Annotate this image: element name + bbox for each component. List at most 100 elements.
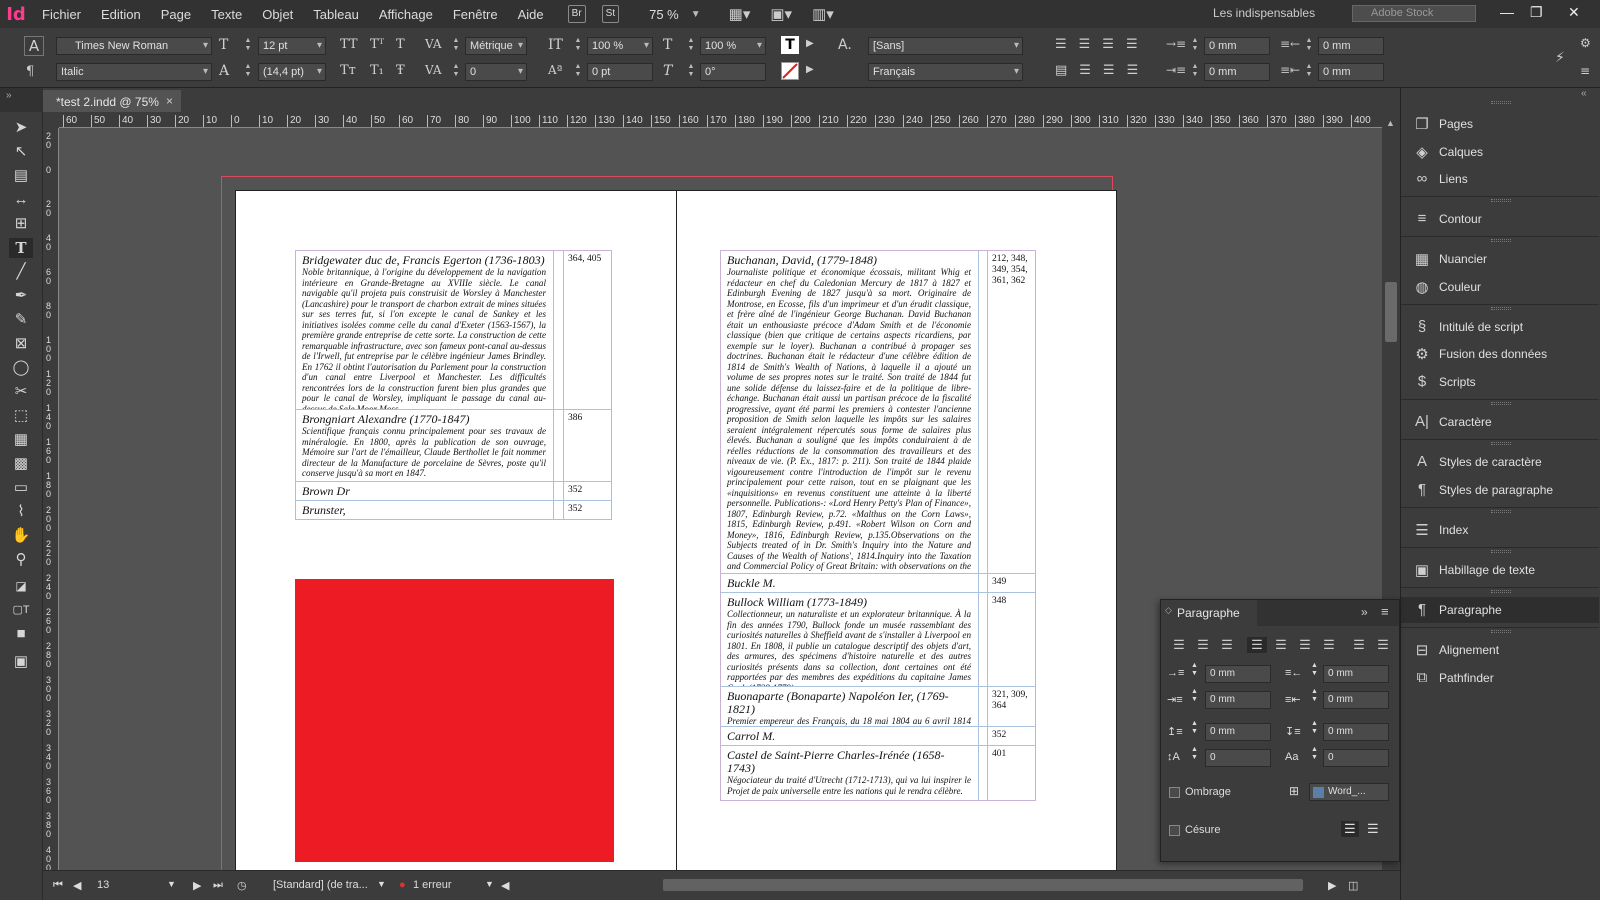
font-size-stepper[interactable]: ▲ ▼ bbox=[243, 37, 253, 55]
dropcap-chars-field[interactable]: 0 bbox=[1323, 749, 1389, 767]
justify-center-icon[interactable]: ☰ bbox=[1271, 637, 1291, 653]
horizontal-scale-field[interactable]: 100 % bbox=[700, 37, 766, 55]
note-tool-icon[interactable]: ▭ bbox=[9, 478, 33, 498]
first-line-indent-field[interactable]: 0 mm bbox=[1205, 691, 1271, 709]
panel-pages[interactable]: ❐ Pages bbox=[1401, 111, 1599, 137]
scissors-tool-icon[interactable]: ✂ bbox=[9, 382, 33, 402]
underline-icon[interactable]: T bbox=[396, 37, 405, 52]
ellipse-tool-icon[interactable]: ◯ bbox=[9, 358, 33, 378]
view-options-icon[interactable]: ▦▾ bbox=[729, 5, 751, 23]
justify-right-icon[interactable]: ☰ bbox=[1295, 637, 1315, 653]
space-before-field[interactable]: 0 mm bbox=[1205, 723, 1271, 741]
master-page-label[interactable]: [Standard] (de tra... bbox=[273, 879, 368, 891]
tracking-stepper[interactable]: ▲ ▼ bbox=[451, 63, 461, 81]
table-row[interactable]: Bullock William (1773-1849) Collectionne… bbox=[721, 592, 1035, 687]
menu-objet[interactable]: Objet bbox=[252, 7, 303, 22]
table-row[interactable]: Brown Dr 352 bbox=[296, 481, 611, 500]
panel-caractere[interactable]: A| Caractère bbox=[1401, 409, 1599, 435]
bridge-button[interactable]: Br bbox=[567, 5, 586, 23]
font-style-field[interactable]: Italic bbox=[56, 63, 212, 81]
horizontal-scale-stepper[interactable]: ▲ ▼ bbox=[686, 37, 696, 55]
panel-nuancier[interactable]: ▦ Nuancier bbox=[1401, 246, 1599, 272]
table-row[interactable]: Castel de Saint-Pierre Charles-Irénée (1… bbox=[721, 745, 1035, 800]
minimize-icon[interactable]: — bbox=[1500, 4, 1514, 20]
stock-search-input[interactable]: Adobe Stock bbox=[1352, 5, 1476, 22]
hyphenation-checkbox[interactable] bbox=[1169, 825, 1180, 836]
fill-arrow-icon[interactable]: ▶ bbox=[806, 38, 814, 49]
master-page-icon[interactable]: ◷ bbox=[237, 879, 247, 892]
page-tool-icon[interactable]: ▤ bbox=[9, 166, 33, 186]
formatting-affects-icon[interactable]: ▢T bbox=[9, 600, 33, 620]
strikethrough-icon[interactable]: Ŧ bbox=[396, 63, 405, 78]
panel-group-grip[interactable] bbox=[1491, 402, 1511, 405]
right-indent-stepper[interactable]: ▲ ▼ bbox=[1304, 37, 1314, 55]
lightning-icon[interactable]: ⚡ bbox=[1555, 50, 1565, 66]
panel-calques[interactable]: ◈ Calques bbox=[1401, 139, 1599, 165]
stroke-color-icon[interactable] bbox=[781, 62, 799, 80]
panel-menu-icon[interactable]: ≡ bbox=[1580, 64, 1590, 78]
table-row[interactable]: Buchanan, David, (1779-1848) Journaliste… bbox=[721, 251, 1035, 574]
first-page-icon[interactable]: ⏮ bbox=[53, 879, 63, 892]
horizontal-scroll-thumb[interactable] bbox=[663, 879, 1303, 891]
dropcap-lines-stepper[interactable]: ▲ ▼ bbox=[1191, 746, 1198, 762]
skew-field[interactable]: 0° bbox=[700, 63, 766, 81]
panel-group-grip[interactable] bbox=[1491, 101, 1511, 104]
red-rectangle-frame[interactable] bbox=[295, 579, 614, 862]
left-indent-field[interactable]: 0 mm bbox=[1204, 37, 1270, 55]
table-row[interactable]: Buckle M. 349 bbox=[721, 573, 1035, 592]
panel-group-grip[interactable] bbox=[1491, 590, 1511, 593]
panel-styles-de-paragraphe[interactable]: ¶ Styles de paragraphe bbox=[1401, 477, 1599, 503]
font-size-field[interactable]: 12 pt bbox=[258, 37, 326, 55]
arrange-documents-icon[interactable]: ▥▾ bbox=[812, 5, 834, 23]
scroll-right-icon[interactable]: ▶ bbox=[1328, 879, 1336, 892]
first-line-indent-stepper[interactable]: ▲ ▼ bbox=[1190, 63, 1200, 81]
preflight-status[interactable]: 1 erreur bbox=[413, 879, 452, 891]
apply-color-icon[interactable]: ■ bbox=[9, 624, 33, 644]
space-before-stepper[interactable]: ▲ ▼ bbox=[1191, 720, 1198, 736]
leading-field[interactable]: (14,4 pt) bbox=[258, 63, 326, 81]
left-indent-field[interactable]: 0 mm bbox=[1205, 665, 1271, 683]
last-line-indent-stepper[interactable]: ▲ ▼ bbox=[1311, 688, 1318, 704]
menu-edition[interactable]: Edition bbox=[91, 7, 151, 22]
pen-tool-icon[interactable]: ✒ bbox=[9, 286, 33, 306]
gap-tool-icon[interactable]: ↔ bbox=[9, 190, 33, 210]
last-line-indent-field[interactable]: 0 mm bbox=[1323, 691, 1389, 709]
content-collector-icon[interactable]: ⊞ bbox=[9, 214, 33, 234]
rectangle-frame-tool-icon[interactable]: ⊠ bbox=[9, 334, 33, 354]
page-number-field[interactable]: 13 bbox=[97, 879, 157, 891]
panel-group-grip[interactable] bbox=[1491, 307, 1511, 310]
vertical-scale-field[interactable]: 100 % bbox=[587, 37, 653, 55]
close-tab-icon[interactable]: × bbox=[166, 94, 173, 108]
page-dropdown-icon[interactable]: ▼ bbox=[167, 879, 176, 889]
panel-group-grip[interactable] bbox=[1491, 199, 1511, 202]
shading-grid-icon[interactable]: ⊞ bbox=[1289, 784, 1299, 798]
zoom-level[interactable]: 75 % bbox=[649, 7, 679, 22]
menu-fichier[interactable]: Fichier bbox=[32, 7, 91, 22]
line-tool-icon[interactable]: ╱ bbox=[9, 262, 33, 282]
first-line-indent-field[interactable]: 0 mm bbox=[1204, 63, 1270, 81]
pencil-tool-icon[interactable]: ✎ bbox=[9, 310, 33, 330]
collapse-dock-icon[interactable]: « bbox=[1581, 88, 1587, 99]
baseline-shift-field[interactable]: 0 pt bbox=[587, 63, 653, 81]
panel-group-grip[interactable] bbox=[1491, 550, 1511, 553]
scroll-up-icon[interactable]: ▲ bbox=[1386, 118, 1395, 128]
fill-stroke-swatch-icon[interactable]: ◪ bbox=[9, 576, 33, 596]
subscript-icon[interactable]: T₁ bbox=[370, 63, 384, 78]
gradient-feather-tool-icon[interactable]: ▩ bbox=[9, 454, 33, 474]
right-indent-field[interactable]: 0 mm bbox=[1318, 37, 1384, 55]
panel-styles-de-caractere[interactable]: A Styles de caractère bbox=[1401, 449, 1599, 475]
panel-contour[interactable]: ≡ Contour bbox=[1401, 206, 1599, 232]
master-dropdown-icon[interactable]: ▼ bbox=[377, 879, 386, 889]
zoom-dropdown-icon[interactable]: ▼ bbox=[691, 9, 701, 20]
space-after-field[interactable]: 0 mm bbox=[1323, 723, 1389, 741]
toolbar-collapse-handle[interactable]: » bbox=[0, 88, 43, 112]
gradient-swatch-tool-icon[interactable]: ▦ bbox=[9, 430, 33, 450]
panel-expand-icon[interactable]: ◇ bbox=[1165, 605, 1172, 616]
shading-checkbox[interactable] bbox=[1169, 787, 1180, 798]
scroll-left-icon[interactable]: ◀ bbox=[501, 879, 509, 892]
left-indent-stepper[interactable]: ▲ ▼ bbox=[1190, 37, 1200, 55]
dropcap-lines-field[interactable]: 0 bbox=[1205, 749, 1271, 767]
paragraph-mode-icon[interactable]: ¶ bbox=[26, 64, 34, 79]
menu-fenetre[interactable]: Fenêtre bbox=[443, 7, 508, 22]
right-indent-stepper[interactable]: ▲ ▼ bbox=[1311, 662, 1318, 678]
